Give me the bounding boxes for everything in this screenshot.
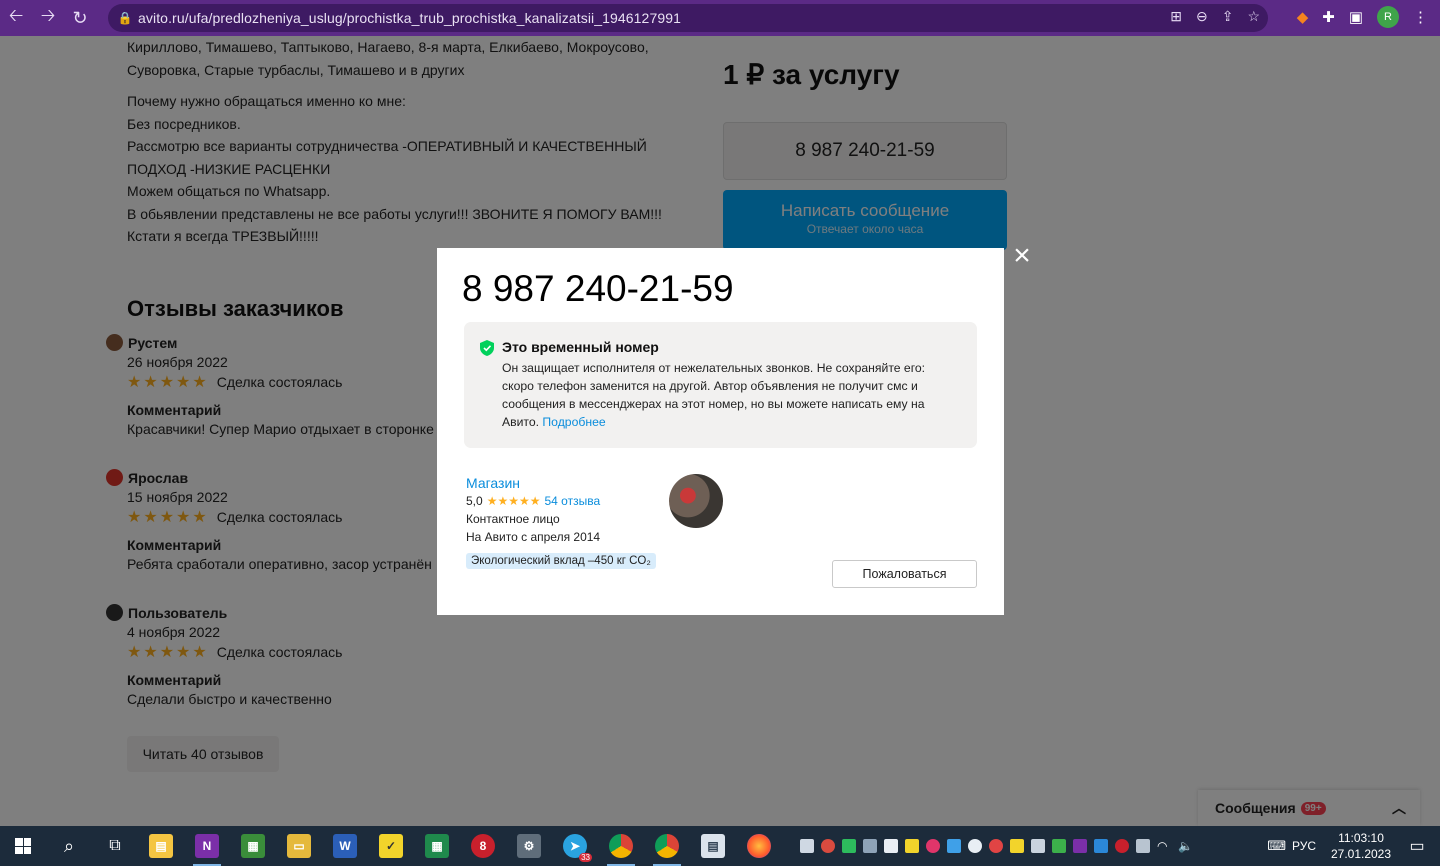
eco-badge[interactable]: Экологический вклад –450 кг CO₂ [466,553,656,569]
notifications-icon[interactable]: ▭ [1394,836,1440,856]
seller-name-link[interactable]: Магазин [466,475,520,491]
tray-monitor-icon[interactable] [863,839,877,853]
folder-icon: ▭ [287,834,311,858]
tray-volume-icon[interactable]: 🔈 [1178,839,1193,853]
clock-time: 11:03:10 [1338,831,1384,845]
taskbar-app[interactable]: ➤ 33 [552,826,598,866]
zoom-icon[interactable]: ⊖ [1196,8,1208,25]
onenote-icon: N [195,834,219,858]
tray-check-icon[interactable] [1010,839,1024,853]
notice-title: Это временный номер [502,339,659,355]
forward-icon[interactable]: 🡢 [32,0,64,36]
taskbar-app[interactable]: ▦ [414,826,460,866]
reload-icon[interactable]: ↻ [64,0,96,36]
sticky-notes-icon: ✓ [379,834,403,858]
menu-kebab-icon[interactable]: ⋮ [1413,8,1428,26]
back-icon[interactable]: 🡠 [0,0,32,36]
tray-chrome-icon[interactable] [821,839,835,853]
taskbar-app[interactable]: W [322,826,368,866]
more-info-link[interactable]: Подробнее [542,415,605,429]
report-button[interactable]: Пожаловаться [832,560,977,588]
word-icon: W [333,834,357,858]
taskbar-app[interactable]: N [184,826,230,866]
lock-icon[interactable]: 🔒 [112,11,138,25]
address-bar[interactable]: 🔒 avito.ru/ufa/predlozheniya_uslug/proch… [108,4,1268,32]
clock[interactable]: 11:03:10 27.01.2023 [1328,830,1394,862]
metamask-icon[interactable]: ◆ [1297,8,1309,26]
telegram-badge: 33 [579,853,592,862]
spreadsheet-icon: ▦ [241,834,265,858]
tray-block-icon[interactable] [968,839,982,853]
notice-text: Он защищает исполнителя от нежелательных… [502,359,952,431]
taskbar-app[interactable]: ⚙ [506,826,552,866]
url-text[interactable]: avito.ru/ufa/predlozheniya_uslug/prochis… [138,10,681,26]
taskbar-app[interactable]: 8 [460,826,506,866]
language-indicator[interactable]: РУС [1292,839,1316,853]
firefox-icon [747,834,771,858]
profile-avatar[interactable]: R [1377,6,1399,28]
translate-icon[interactable]: ⊞ [1170,8,1182,25]
bookmark-star-icon[interactable]: ☆ [1247,8,1260,25]
tray-shield-icon[interactable] [842,839,856,853]
extensions-icon[interactable]: ✚ [1322,8,1335,26]
tray-8-icon[interactable] [1115,839,1129,853]
chrome-profile-icon [655,834,679,858]
seller-avatar[interactable] [669,474,723,528]
tray-target-icon[interactable] [926,839,940,853]
shield-icon [480,340,494,356]
close-icon[interactable]: × [1010,241,1034,271]
tray-card-icon[interactable] [1031,839,1045,853]
member-since: На Авито с апреля 2014 [466,530,601,544]
taskbar-app[interactable]: ✓ [368,826,414,866]
app-8-icon: 8 [471,834,495,858]
browser-toolbar: 🡠 🡢 ↻ 🔒 avito.ru/ufa/predlozheniya_uslug… [0,0,1440,36]
phone-modal: 8 987 240-21-59 Это временный номер Он з… [437,248,1004,615]
windows-logo-icon [15,838,31,854]
chrome-icon [609,834,633,858]
taskbar-app[interactable]: ▤ [690,826,736,866]
tray-telegram-icon[interactable] [800,839,814,853]
rating-value: 5,0 [466,494,483,508]
keyboard-icon[interactable]: ⌨ [1267,838,1286,854]
tray-onenote-icon[interactable] [1073,839,1087,853]
document-icon: ▤ [701,834,725,858]
tray-file-icon[interactable] [884,839,898,853]
tray-screenshot-icon[interactable] [947,839,961,853]
tool-icon: ⚙ [517,834,541,858]
tray-red-icon[interactable] [989,839,1003,853]
notepad-icon: ▤ [149,834,173,858]
rating-stars: ★★★★★ [486,494,541,508]
sidepanel-icon[interactable]: ▣ [1349,8,1363,26]
tray-battery-icon[interactable] [1136,839,1150,853]
taskbar-app[interactable] [736,826,782,866]
taskbar-app[interactable] [644,826,690,866]
taskbar-app[interactable]: ▭ [276,826,322,866]
taskbar-app[interactable]: ▦ [230,826,276,866]
clock-date: 27.01.2023 [1330,847,1392,861]
tray-network-icon[interactable] [1052,839,1066,853]
tray-fx-icon[interactable] [1094,839,1108,853]
search-icon[interactable]: ⌕ [46,836,92,857]
contact-person-label: Контактное лицо [466,512,560,526]
reviews-count-link[interactable]: 54 отзыва [544,494,600,508]
windows-taskbar: ⌕ ⧉ ▤ N ▦ ▭ W ✓ ▦ 8 ⚙ ➤ 33 ▤ ◠ 🔈 ⌨ РУС 11… [0,826,1440,866]
sheets-icon: ▦ [425,834,449,858]
start-button[interactable] [0,826,46,866]
temporary-number-notice: Это временный номер Он защищает исполнит… [464,322,977,448]
taskbar-app[interactable]: ▤ [138,826,184,866]
taskbar-clock-area: ⌨ РУС 11:03:10 27.01.2023 ▭ [1267,826,1440,866]
taskbar-app[interactable] [598,826,644,866]
seller-rating: 5,0 ★★★★★ 54 отзыва [466,494,600,508]
tray-notes-icon[interactable] [905,839,919,853]
share-icon[interactable]: ⇪ [1222,8,1234,25]
tray-wifi-icon[interactable]: ◠ [1157,839,1171,853]
task-view-icon[interactable]: ⧉ [92,837,138,855]
modal-phone-number: 8 987 240-21-59 [462,268,734,309]
system-tray-icons: ◠ 🔈 [800,826,1193,866]
